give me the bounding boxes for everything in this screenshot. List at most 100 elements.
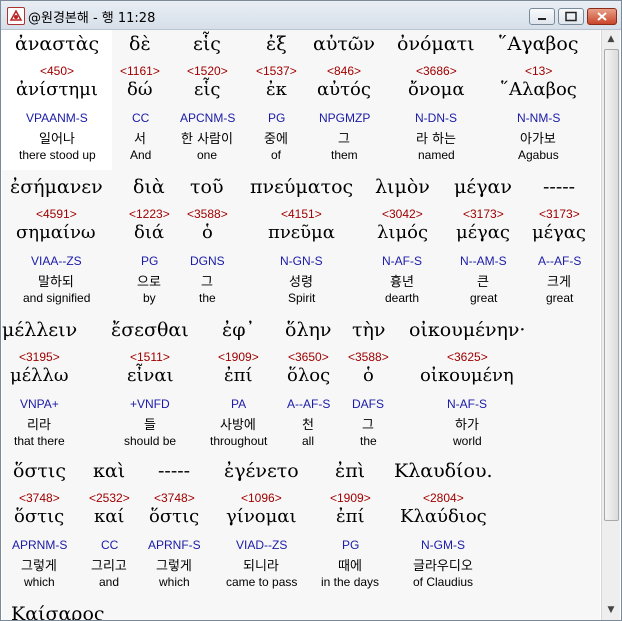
- word-korean: 그리고: [91, 559, 127, 574]
- word-lemma: οἰκουμένη: [420, 365, 514, 386]
- word-lemma: μέγας: [532, 222, 587, 243]
- word-strong: <1909>: [218, 350, 259, 364]
- word-strong: <1223>: [129, 207, 170, 221]
- word-greek[interactable]: ἐγένετο: [224, 460, 299, 482]
- scroll-up-arrow-icon[interactable]: ▲: [603, 31, 619, 47]
- word-english: the: [199, 291, 216, 305]
- word-parse: A--AF-S: [538, 254, 582, 268]
- word-greek[interactable]: Καίσαρος: [11, 603, 105, 620]
- word-korean: 들: [144, 418, 156, 433]
- word-greek[interactable]: λιμὸν: [375, 176, 430, 198]
- word-greek[interactable]: ἀναστὰς: [15, 33, 99, 55]
- word-greek[interactable]: τοῦ: [190, 176, 224, 198]
- word-lemma: ἀνίστημι: [16, 79, 98, 100]
- word-greek[interactable]: ἐφ᾽: [222, 319, 255, 341]
- word-greek[interactable]: πνεύματος: [250, 176, 353, 198]
- maximize-icon: [565, 11, 577, 22]
- word-lemma: πνεῦμα: [268, 222, 335, 243]
- word-greek[interactable]: διὰ: [133, 176, 165, 198]
- word-strong: <4151>: [281, 207, 322, 221]
- word-parse: A--AF-S: [287, 397, 331, 411]
- word-parse: PG: [342, 538, 360, 552]
- word-english: should be: [124, 434, 177, 448]
- word-greek[interactable]: αὐτῶν: [313, 33, 375, 55]
- word-strong: <3625>: [447, 350, 488, 364]
- word-english: dearth: [385, 291, 420, 305]
- word-korean: 되니라: [243, 559, 279, 574]
- word-parse: PA: [231, 397, 247, 411]
- word-parse: N-DN-S: [415, 111, 457, 125]
- word-english: world: [453, 434, 482, 448]
- word-strong: <1096>: [241, 491, 282, 505]
- word-strong: <2532>: [89, 491, 130, 505]
- maximize-button[interactable]: [558, 8, 584, 25]
- word-parse: N--AM-S: [460, 254, 507, 268]
- title-bar[interactable]: @원경본해 - 행 11:28: [1, 1, 621, 30]
- word-korean: 사방에: [220, 418, 256, 433]
- word-english: there stood up: [19, 148, 96, 162]
- word-lemma: ὄνομα: [408, 79, 465, 100]
- word-strong: <3588>: [187, 207, 228, 221]
- interlinear-content: ἀναστὰς <450> ἀνίστημι VPAANM-S 일어나 there sto…: [2, 30, 600, 620]
- word-english: in the days: [321, 575, 380, 589]
- word-english: which: [159, 575, 190, 589]
- word-parse: VPAANM-S: [26, 111, 88, 125]
- word-greek[interactable]: ῞Αγαβος: [498, 33, 578, 55]
- word-greek[interactable]: δὲ: [129, 33, 151, 55]
- app-icon[interactable]: [7, 7, 25, 25]
- word-english: And: [130, 148, 152, 162]
- word-greek[interactable]: ἐσήμανεν: [10, 176, 103, 198]
- word-lemma: ἐπί: [336, 506, 365, 527]
- word-greek[interactable]: -----: [543, 176, 575, 198]
- word-lemma: ἐκ: [266, 79, 287, 100]
- scroll-down-arrow-icon[interactable]: ▼: [603, 602, 619, 618]
- word-english: which: [24, 575, 55, 589]
- word-greek[interactable]: μέλλειν: [2, 319, 77, 341]
- word-strong: <13>: [525, 64, 553, 78]
- word-english: great: [470, 291, 498, 305]
- vertical-scrollbar[interactable]: ▲ ▼: [601, 30, 620, 620]
- word-lemma: ὁ: [202, 222, 213, 243]
- word-greek[interactable]: ἐπὶ: [335, 460, 365, 482]
- word-strong: <3173>: [539, 207, 580, 221]
- word-greek[interactable]: Κλαυδίου.: [394, 460, 493, 482]
- word-greek[interactable]: εἷς: [193, 33, 221, 55]
- word-strong: <1520>: [187, 64, 228, 78]
- word-parse: N-NM-S: [517, 111, 561, 125]
- word-english: the: [360, 434, 377, 448]
- word-strong: <1909>: [330, 491, 371, 505]
- close-button[interactable]: [587, 8, 617, 25]
- word-lemma: γίνομαι: [226, 506, 297, 527]
- word-english: and: [99, 575, 120, 589]
- word-strong: <3588>: [348, 350, 389, 364]
- word-english: that there: [14, 434, 65, 448]
- word-korean: 아가보: [520, 132, 556, 147]
- word-greek[interactable]: οἰκουμένην·: [409, 319, 525, 341]
- word-greek[interactable]: ἔσεσθαι: [111, 319, 189, 341]
- word-greek[interactable]: ἐξ: [266, 33, 287, 55]
- word-greek[interactable]: τὴν: [352, 319, 385, 341]
- word-korean: 그: [362, 418, 374, 433]
- word-korean: 때에: [338, 559, 362, 574]
- word-parse: PG: [268, 111, 286, 125]
- word-greek[interactable]: μέγαν: [454, 176, 512, 198]
- word-parse: N-AF-S: [447, 397, 487, 411]
- word-korean: 큰: [477, 275, 489, 290]
- word-korean: 크게: [547, 275, 571, 290]
- word-strong: <3173>: [463, 207, 504, 221]
- word-english: great: [546, 291, 574, 305]
- word-korean: 리라: [27, 418, 51, 433]
- word-greek[interactable]: ὅστις: [13, 460, 66, 482]
- word-parse: +VNFD: [130, 397, 170, 411]
- word-korean: 으로: [137, 275, 161, 290]
- word-greek[interactable]: ὀνόματι: [397, 33, 475, 55]
- word-greek[interactable]: ὅλην: [285, 319, 331, 341]
- word-greek[interactable]: -----: [158, 460, 190, 482]
- word-strong: <846>: [327, 64, 362, 78]
- scrollbar-thumb[interactable]: [604, 49, 619, 521]
- minimize-button[interactable]: [529, 8, 555, 25]
- word-english: them: [331, 148, 358, 162]
- word-strong: <3748>: [19, 491, 60, 505]
- word-english: Spirit: [288, 291, 316, 305]
- word-greek[interactable]: καὶ: [93, 460, 125, 482]
